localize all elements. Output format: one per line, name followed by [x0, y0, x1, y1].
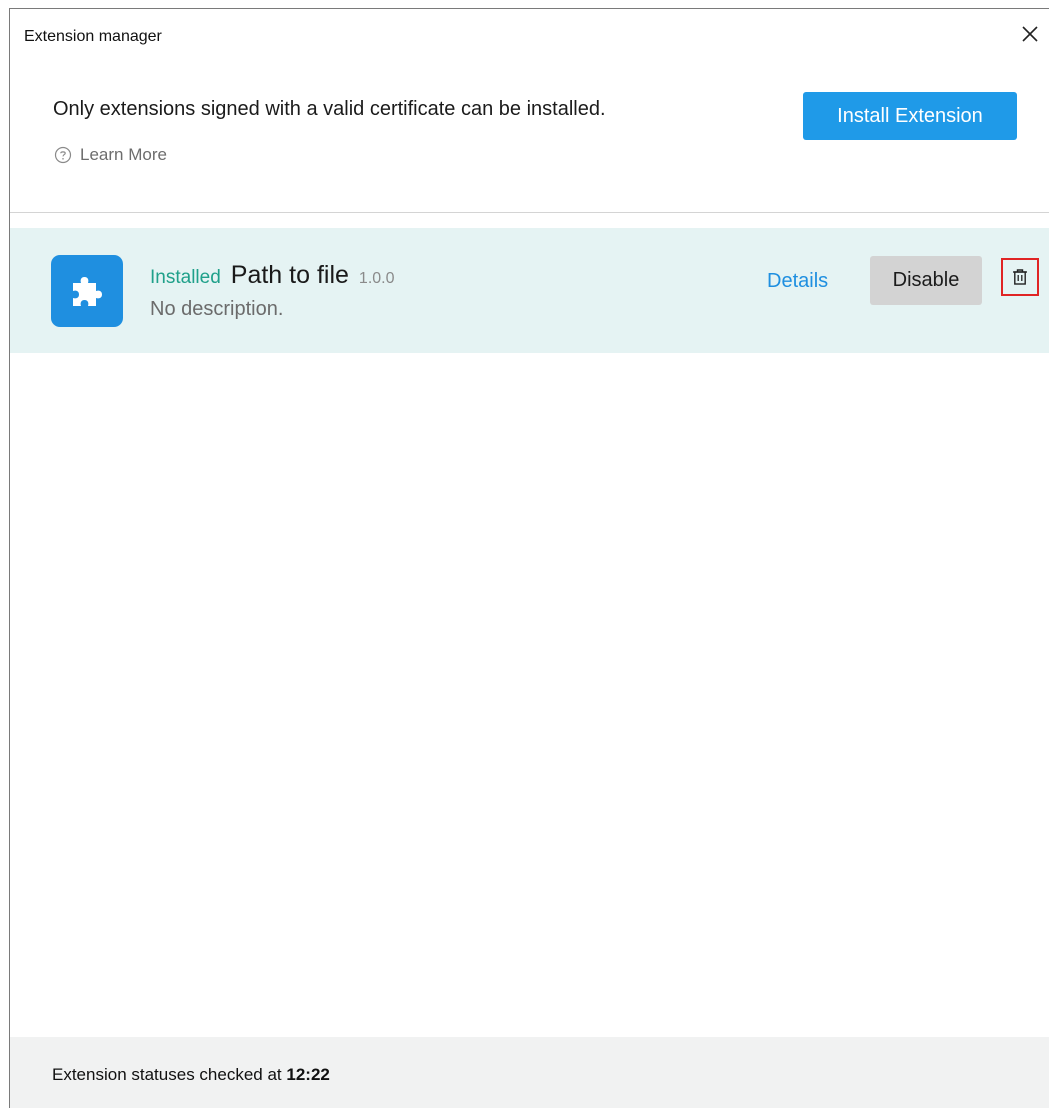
- extension-row: Installed Path to file 1.0.0 No descript…: [10, 228, 1049, 353]
- footer-status-label: Extension statuses checked at: [52, 1065, 282, 1084]
- learn-more-label: Learn More: [80, 145, 167, 164]
- extension-manager-window: Extension manager Only extensions signed…: [9, 8, 1049, 1108]
- extension-version: 1.0.0: [358, 270, 395, 287]
- details-link[interactable]: Details: [767, 270, 828, 293]
- extension-name: Path to file: [230, 261, 349, 289]
- extension-header: Installed Path to file 1.0.0: [150, 261, 395, 290]
- learn-more-link[interactable]: Learn More: [54, 145, 167, 165]
- window-title: Extension manager: [24, 28, 162, 45]
- status-footer: Extension statuses checked at 12:22: [10, 1037, 1049, 1108]
- certificate-notice: Only extensions signed with a valid cert…: [53, 98, 606, 120]
- header-divider: [10, 212, 1049, 213]
- extension-status: Installed: [150, 267, 221, 288]
- title-bar: Extension manager: [10, 9, 1049, 65]
- trash-icon: [1013, 269, 1027, 285]
- puzzle-icon: [51, 255, 123, 327]
- disable-button[interactable]: Disable: [870, 256, 982, 305]
- extension-description: No description.: [150, 298, 284, 320]
- install-extension-button[interactable]: Install Extension: [803, 92, 1017, 140]
- close-icon[interactable]: [1019, 23, 1041, 45]
- footer-status: Extension statuses checked at 12:22: [52, 1065, 330, 1085]
- help-icon: [54, 146, 72, 164]
- delete-extension-button[interactable]: [1001, 258, 1039, 296]
- footer-status-time: 12:22: [286, 1065, 330, 1084]
